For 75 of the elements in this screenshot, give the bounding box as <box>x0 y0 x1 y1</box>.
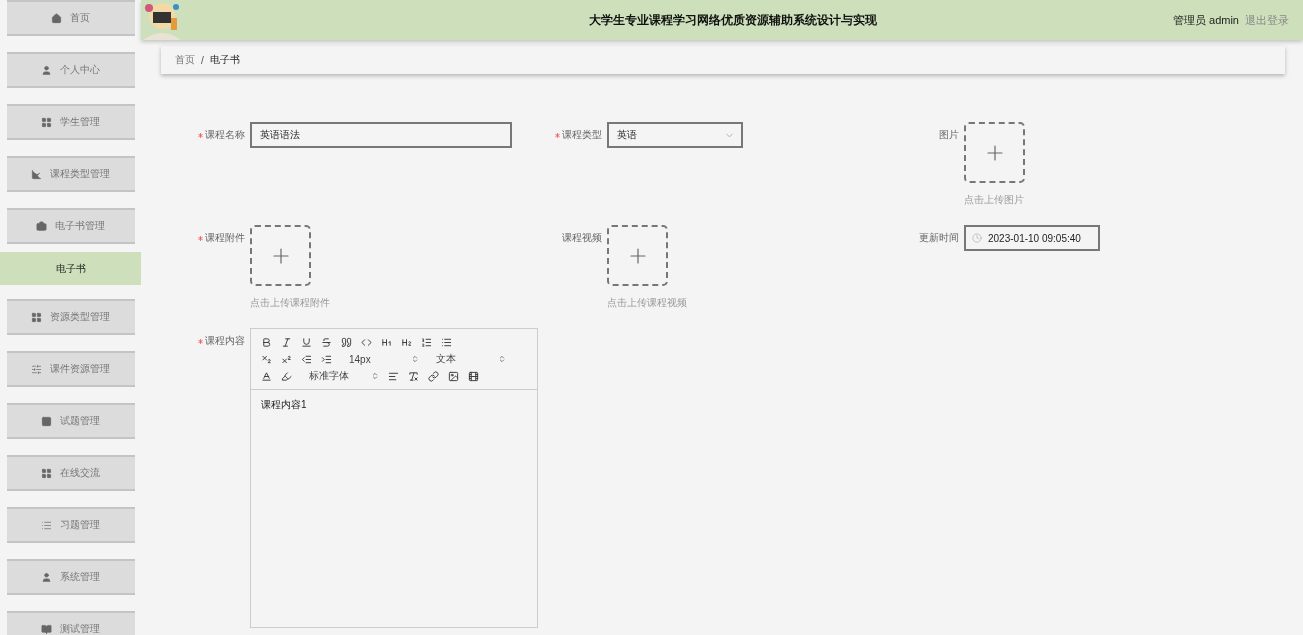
upload-hint: 点击上传图片 <box>964 193 1025 207</box>
upload-hint: 点击上传课程附件 <box>250 296 330 310</box>
toolbar-button[interactable] <box>381 336 392 348</box>
toolbar-button[interactable] <box>448 370 459 382</box>
menu-icon <box>41 467 52 479</box>
breadcrumb-separator: / <box>201 54 204 66</box>
updown-icon <box>371 372 379 380</box>
field-label: 更新时间 <box>919 231 959 245</box>
sidebar-subitem[interactable]: 电子书 <box>0 252 141 285</box>
menu-icon <box>51 12 62 24</box>
field-label: 课程附件 <box>205 231 245 245</box>
toolbar-button[interactable] <box>341 336 352 348</box>
toolbar-select[interactable]: 文本 <box>428 352 506 366</box>
menu-icon <box>41 571 52 583</box>
app-title: 大学生专业课程学习网络优质资源辅助系统设计与实现 <box>588 11 878 29</box>
toolbar-button[interactable] <box>388 370 399 382</box>
menu-icon <box>41 623 52 635</box>
sidebar-item[interactable]: 首页 <box>6 0 135 36</box>
field-label: 课程视频 <box>562 231 602 245</box>
updown-icon <box>498 355 506 363</box>
upload-box[interactable] <box>964 122 1025 183</box>
field-label: 图片 <box>939 128 959 142</box>
toolbar-select[interactable]: 标准字体 <box>301 369 379 383</box>
toolbar-button[interactable] <box>261 336 272 348</box>
sidebar-item[interactable]: 资源类型管理 <box>6 299 135 335</box>
sidebar-item[interactable]: 电子书管理 <box>6 208 135 244</box>
toolbar-button[interactable] <box>468 370 479 382</box>
upload-box[interactable] <box>607 225 668 286</box>
sidebar-item[interactable]: 学生管理 <box>6 104 135 140</box>
menu-icon <box>41 415 52 427</box>
toolbar-button[interactable] <box>441 336 452 348</box>
field-label: 课程名称 <box>205 128 245 142</box>
menu-icon <box>36 220 47 232</box>
menu-icon <box>31 311 42 323</box>
menu-icon <box>41 64 52 76</box>
sidebar-item[interactable]: 在线交流 <box>6 455 135 491</box>
toolbar-select[interactable]: 14px <box>341 353 419 365</box>
toolbar-button[interactable] <box>321 353 332 365</box>
clock-icon <box>972 233 982 243</box>
menu-icon <box>41 519 52 531</box>
logout-link[interactable]: 退出登录 <box>1245 12 1289 28</box>
select-field[interactable]: 英语 <box>607 122 743 148</box>
toolbar-button[interactable] <box>421 336 432 348</box>
toolbar-button[interactable] <box>261 353 272 365</box>
rich-text-editor[interactable]: 14px 文本 标准字体 课程内容1 <box>250 328 538 628</box>
sidebar-item[interactable]: 测试管理 <box>6 611 135 635</box>
menu-icon <box>41 116 52 128</box>
editor-content: 课程内容1 <box>260 398 308 412</box>
sidebar-item[interactable]: 系统管理 <box>6 559 135 595</box>
text-input[interactable]: 英语语法 <box>250 122 512 148</box>
sidebar-item[interactable]: 试题管理 <box>6 403 135 439</box>
toolbar-button[interactable] <box>401 336 412 348</box>
toolbar-button[interactable] <box>281 353 292 365</box>
toolbar-button[interactable] <box>281 370 292 382</box>
upload-box[interactable] <box>250 225 311 286</box>
datetime-field[interactable]: 2023-01-10 09:05:40 <box>964 225 1100 251</box>
sidebar-item[interactable]: 课件资源管理 <box>6 351 135 387</box>
sidebar-item[interactable]: 个人中心 <box>6 52 135 88</box>
toolbar-button[interactable] <box>281 336 292 348</box>
user-name: 管理员 admin <box>1172 12 1239 28</box>
breadcrumb-link[interactable]: 电子书 <box>209 53 240 67</box>
field-label: 课程类型 <box>562 128 602 142</box>
breadcrumb-link[interactable]: 首页 <box>175 53 195 67</box>
sidebar-item[interactable]: 习题管理 <box>6 507 135 543</box>
field-label: 课程内容 <box>205 334 245 348</box>
toolbar-button[interactable] <box>428 370 439 382</box>
menu-icon <box>31 168 42 180</box>
toolbar-button[interactable] <box>321 336 332 348</box>
toolbar-button[interactable] <box>408 370 419 382</box>
menu-icon <box>31 363 42 375</box>
toolbar-button[interactable] <box>261 370 272 382</box>
updown-icon <box>411 355 419 363</box>
toolbar-button[interactable] <box>301 353 312 365</box>
sidebar-item[interactable]: 课程类型管理 <box>6 156 135 192</box>
upload-hint: 点击上传课程视频 <box>607 296 687 310</box>
